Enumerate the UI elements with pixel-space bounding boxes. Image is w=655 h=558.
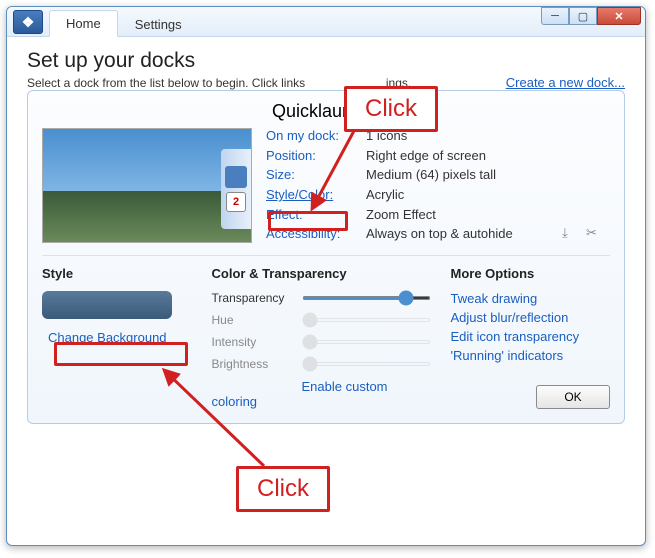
app-window: ❖ Home Settings ─ ▢ ✕ Set up your docks … xyxy=(6,6,646,546)
maximize-button[interactable]: ▢ xyxy=(569,7,597,25)
tab-bar: Home Settings xyxy=(49,7,199,36)
minimize-button[interactable]: ─ xyxy=(541,7,569,25)
color-transparency-column: Color & Transparency Transparency Hue In… xyxy=(212,266,431,409)
preview-icon-orb xyxy=(225,166,247,188)
ok-button[interactable]: OK xyxy=(536,385,610,409)
callout-click-2: Click xyxy=(236,466,330,512)
subtitle-part-a: Select a dock from the list below to beg… xyxy=(27,76,305,90)
preview-icon-calendar: 2 xyxy=(226,192,246,212)
preview-dock-icons: 2 xyxy=(221,149,251,229)
prop-size-value: Medium (64) pixels tall xyxy=(366,167,513,184)
tweak-drawing-link[interactable]: Tweak drawing xyxy=(451,291,610,306)
page-title: Set up your docks xyxy=(27,49,625,73)
app-icon: ❖ xyxy=(13,10,43,34)
ct-title: Color & Transparency xyxy=(212,266,431,281)
dock-action-icons: ⤓ ✂ xyxy=(562,128,610,243)
download-icon[interactable]: ⤓ xyxy=(562,225,580,243)
hue-slider xyxy=(302,318,431,322)
tab-settings[interactable]: Settings xyxy=(118,11,199,37)
dock-panel: Quicklaunch Dock 2 On my dock: 1 icons P… xyxy=(27,90,625,424)
close-button[interactable]: ✕ xyxy=(597,7,641,25)
style-preview-swatch[interactable] xyxy=(42,291,172,319)
prop-style-color-label[interactable]: Style/Color: xyxy=(266,187,366,204)
window-controls: ─ ▢ ✕ xyxy=(541,7,641,25)
more-title: More Options xyxy=(451,266,610,281)
intensity-slider xyxy=(302,340,431,344)
prop-size-label[interactable]: Size: xyxy=(266,167,366,184)
titlebar: ❖ Home Settings ─ ▢ ✕ xyxy=(7,7,645,37)
style-column: Style Change Background xyxy=(42,266,192,409)
prop-position-label[interactable]: Position: xyxy=(266,148,366,165)
tab-home[interactable]: Home xyxy=(49,10,118,37)
dock-title: Quicklaunch Dock xyxy=(272,101,610,122)
dock-preview: 2 xyxy=(42,128,252,243)
prop-accessibility-value: Always on top & autohide xyxy=(366,226,513,243)
hue-label: Hue xyxy=(212,313,294,327)
running-indicators-link[interactable]: 'Running' indicators xyxy=(451,348,610,363)
edit-icon-transparency-link[interactable]: Edit icon transparency xyxy=(451,329,610,344)
delete-icon[interactable]: ✂ xyxy=(586,225,604,243)
prop-style-color-value: Acrylic xyxy=(366,187,513,204)
enable-custom-coloring-link[interactable]: Enable custom coloring xyxy=(212,379,388,409)
transparency-slider[interactable] xyxy=(302,296,431,300)
callout-click-1: Click xyxy=(344,86,438,132)
prop-effect-value: Zoom Effect xyxy=(366,207,513,224)
style-title: Style xyxy=(42,266,192,281)
create-dock-link[interactable]: Create a new dock... xyxy=(506,75,625,90)
brightness-label: Brightness xyxy=(212,357,294,371)
content-area: Set up your docks Create a new dock... S… xyxy=(7,37,645,436)
transparency-label: Transparency xyxy=(212,291,294,305)
callout-highlight-style-color xyxy=(268,211,348,231)
intensity-label: Intensity xyxy=(212,335,294,349)
brightness-slider xyxy=(302,362,431,366)
adjust-blur-link[interactable]: Adjust blur/reflection xyxy=(451,310,610,325)
callout-highlight-change-background xyxy=(54,342,188,366)
prop-position-value: Right edge of screen xyxy=(366,148,513,165)
more-options-column: More Options Tweak drawing Adjust blur/r… xyxy=(451,266,610,409)
